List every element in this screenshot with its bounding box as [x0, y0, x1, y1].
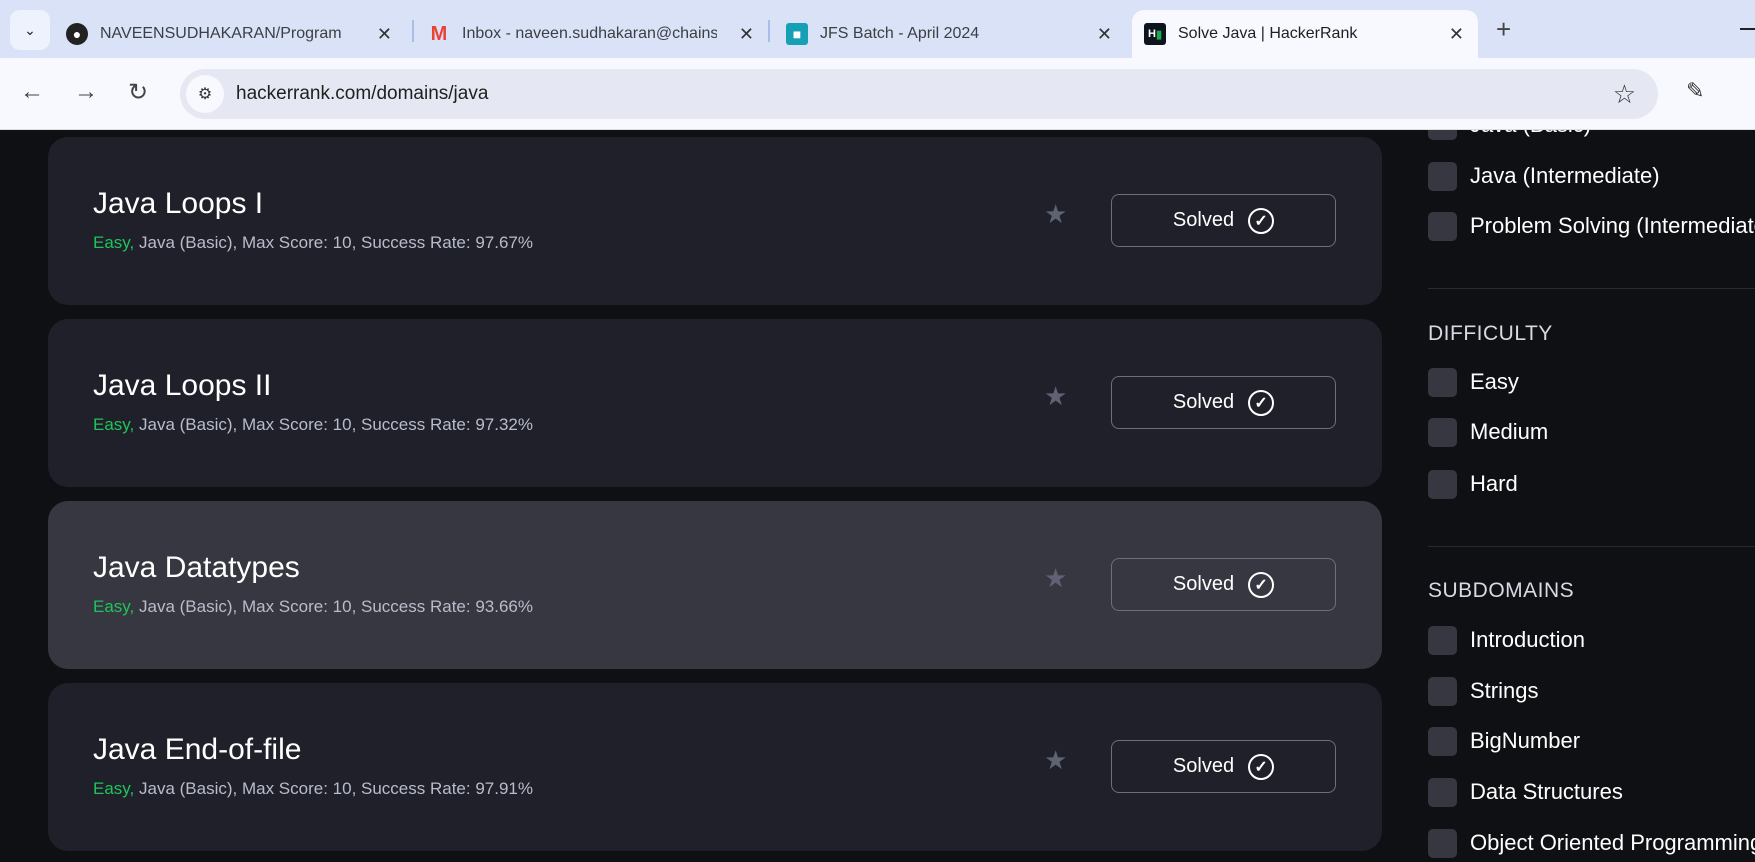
filter-difficulty[interactable]: Easy	[1428, 367, 1519, 397]
check-circle-icon: ✓	[1248, 389, 1275, 416]
check-circle-icon: ✓	[1248, 207, 1275, 234]
gmail-icon: M	[430, 22, 448, 45]
new-tab-button[interactable]: +	[1496, 14, 1511, 45]
challenge-card[interactable]: Java Loops II Easy, Java (Basic), Max Sc…	[48, 319, 1382, 487]
filter-difficulty[interactable]: Medium	[1428, 417, 1548, 447]
solved-button[interactable]: Solved ✓	[1111, 376, 1336, 429]
bookmark-star-icon[interactable]: ★	[1044, 745, 1067, 776]
filter-skill[interactable]: Java (Intermediate)	[1428, 161, 1660, 191]
tab-classroom[interactable]: ■ JFS Batch - April 2024 ✕	[786, 10, 1126, 58]
bookmark-star-icon[interactable]: ★	[1044, 381, 1067, 412]
url-text[interactable]: hackerrank.com/domains/java	[236, 83, 488, 105]
checkbox[interactable]	[1428, 130, 1457, 140]
minimize-button[interactable]	[1740, 28, 1755, 30]
divider	[1428, 546, 1755, 547]
close-icon[interactable]: ✕	[1097, 24, 1112, 45]
tab-strip: ⌄ ● NAVEENSUDHAKARAN/Program ✕ M Inbox -…	[0, 0, 1755, 58]
checkbox[interactable]	[1428, 417, 1457, 447]
reload-icon[interactable]: ↻	[128, 78, 148, 107]
subdomains-heading: SUBDOMAINS	[1428, 579, 1575, 602]
checkbox[interactable]	[1428, 726, 1457, 756]
bookmark-star-icon[interactable]: ★	[1044, 199, 1067, 230]
solved-button[interactable]: Solved ✓	[1111, 558, 1336, 611]
hackerrank-icon: H ▮	[1144, 23, 1166, 45]
address-bar[interactable]: ⚙ hackerrank.com/domains/java ☆	[180, 69, 1658, 119]
challenge-title[interactable]: Java End-of-file	[93, 733, 301, 767]
checkbox[interactable]	[1428, 828, 1457, 858]
filter-skill[interactable]: Problem Solving (Intermediate)	[1428, 211, 1755, 241]
filter-difficulty[interactable]: Hard	[1428, 469, 1518, 499]
filter-subdomain[interactable]: Introduction	[1428, 625, 1585, 655]
site-settings-icon[interactable]: ⚙	[186, 75, 224, 113]
filter-subdomain[interactable]: Strings	[1428, 676, 1538, 706]
checkbox[interactable]	[1428, 676, 1457, 706]
bookmark-star-icon[interactable]: ☆	[1613, 79, 1636, 110]
challenge-card[interactable]: Java Loops I Easy, Java (Basic), Max Sco…	[48, 137, 1382, 305]
checkbox[interactable]	[1428, 211, 1457, 241]
difficulty-heading: DIFFICULTY	[1428, 322, 1553, 345]
chevron-down-icon: ⌄	[24, 21, 36, 38]
filter-subdomain[interactable]: Data Structures	[1428, 777, 1623, 807]
close-icon[interactable]: ✕	[1449, 24, 1464, 45]
tab-gmail[interactable]: M Inbox - naveen.sudhakaran@chainsys.com…	[428, 10, 768, 58]
checkbox[interactable]	[1428, 469, 1457, 499]
solved-button[interactable]: Solved ✓	[1111, 740, 1336, 793]
filter-sidebar: Java (Basic) Java (Intermediate) Problem…	[1428, 130, 1755, 862]
browser-toolbar: ← → ↻ ⚙ hackerrank.com/domains/java ☆ ✎	[0, 58, 1755, 130]
classroom-icon: ■	[786, 23, 808, 45]
tab-divider	[768, 20, 770, 42]
bookmark-star-icon[interactable]: ★	[1044, 563, 1067, 594]
filter-skill[interactable]: Java (Basic)	[1428, 130, 1591, 140]
challenge-meta: Easy, Java (Basic), Max Score: 10, Succe…	[93, 597, 533, 616]
challenge-card[interactable]: Java Datatypes Easy, Java (Basic), Max S…	[48, 501, 1382, 669]
challenge-meta: Easy, Java (Basic), Max Score: 10, Succe…	[93, 779, 533, 798]
challenge-meta: Easy, Java (Basic), Max Score: 10, Succe…	[93, 233, 533, 252]
checkbox[interactable]	[1428, 625, 1457, 655]
checkbox[interactable]	[1428, 161, 1457, 191]
checkbox[interactable]	[1428, 367, 1457, 397]
tab-search-button[interactable]: ⌄	[10, 10, 50, 50]
challenge-card[interactable]: Java End-of-file Easy, Java (Basic), Max…	[48, 683, 1382, 851]
challenge-meta: Easy, Java (Basic), Max Score: 10, Succe…	[93, 415, 533, 434]
close-icon[interactable]: ✕	[739, 24, 754, 45]
challenge-title[interactable]: Java Loops II	[93, 369, 271, 403]
challenge-title[interactable]: Java Loops I	[93, 187, 263, 221]
forward-icon[interactable]: →	[74, 78, 98, 106]
close-icon[interactable]: ✕	[377, 24, 392, 45]
tab-divider	[412, 20, 414, 42]
check-circle-icon: ✓	[1248, 753, 1275, 780]
github-icon: ●	[66, 23, 88, 45]
back-icon[interactable]: ←	[20, 78, 44, 106]
challenge-title[interactable]: Java Datatypes	[93, 551, 300, 585]
filter-subdomain[interactable]: BigNumber	[1428, 726, 1580, 756]
extensions-icon[interactable]: ✎	[1686, 78, 1704, 104]
filter-subdomain[interactable]: Object Oriented Programming	[1428, 828, 1755, 858]
checkbox[interactable]	[1428, 777, 1457, 807]
divider	[1428, 288, 1755, 289]
check-circle-icon: ✓	[1248, 571, 1275, 598]
solved-button[interactable]: Solved ✓	[1111, 194, 1336, 247]
tab-hackerrank[interactable]: H ▮ Solve Java | HackerRank ✕	[1132, 10, 1478, 58]
tab-github[interactable]: ● NAVEENSUDHAKARAN/Program ✕	[66, 10, 406, 58]
